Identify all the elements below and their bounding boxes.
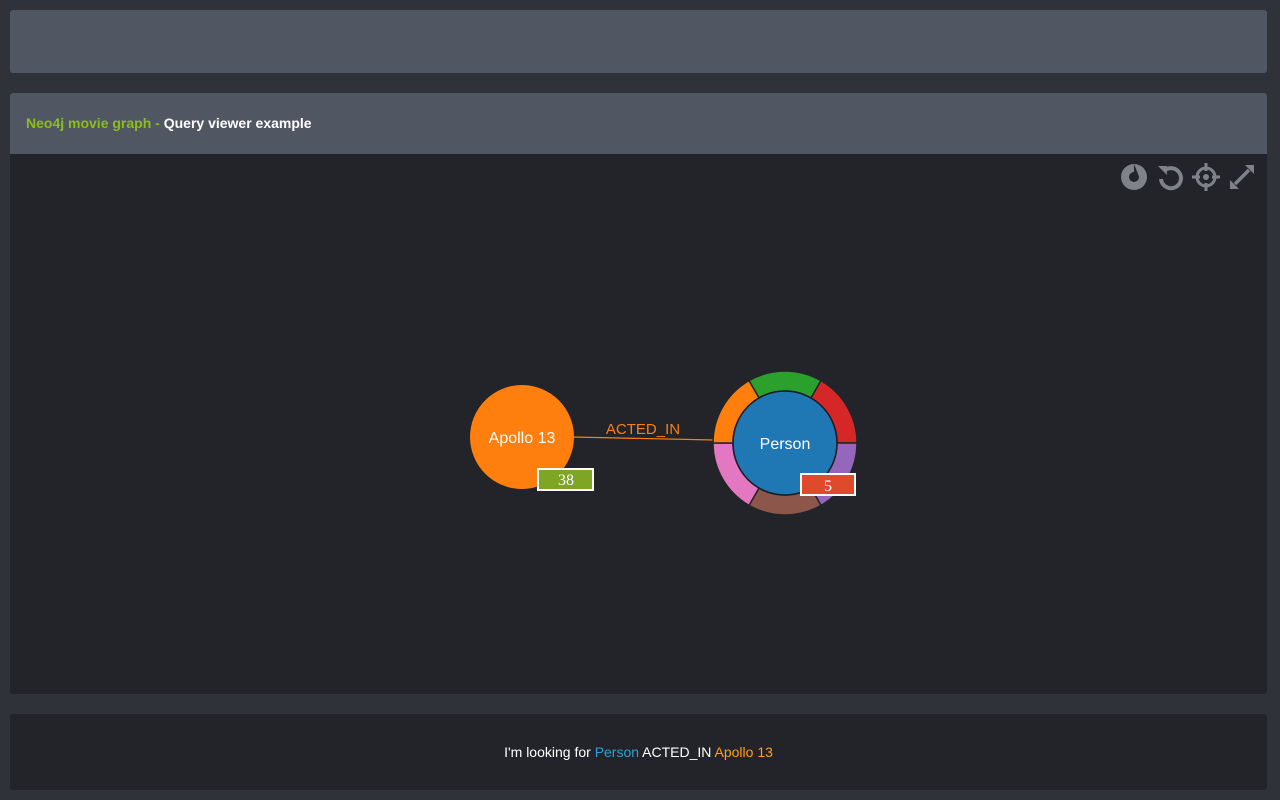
query-target[interactable]: Person [595,744,639,760]
query-text: I'm looking for Person ACTED_IN Apollo 1… [10,744,1267,760]
query-prefix: I'm looking for [504,744,595,760]
graph-panel: Neo4j movie graph - Query viewer example… [10,93,1267,694]
relationship-label[interactable]: ACTED_IN [606,421,680,438]
query-relation[interactable]: ACTED_IN [639,744,714,760]
center-icon [1192,163,1220,191]
center-button[interactable] [1191,162,1221,192]
target-node-label[interactable]: Person [760,436,811,453]
target-node-count: 5 [824,478,832,495]
reset-icon [1158,166,1183,191]
graph-canvas[interactable]: ACTED_IN Apollo 13 38 Person 5 [10,154,1267,694]
popoto-icon [1121,164,1147,190]
reset-button[interactable] [1155,162,1185,192]
page-title: Neo4j movie graph - Query viewer example [26,115,312,131]
fullscreen-button[interactable] [1227,162,1257,192]
root-node-count: 38 [558,472,574,489]
graph-svg[interactable]: ACTED_IN Apollo 13 38 Person 5 [10,154,1267,694]
graph-toolbar [1119,162,1257,192]
fullscreen-icon [1230,165,1254,189]
root-node-label[interactable]: Apollo 13 [489,430,556,447]
target-node[interactable]: Person 5 [712,370,858,516]
popoto-button[interactable] [1119,162,1149,192]
title-separator: - [151,115,164,131]
top-bar [10,10,1267,73]
title-subtitle: Query viewer example [163,115,312,131]
panel-header: Neo4j movie graph - Query viewer example [10,93,1267,154]
query-footer: I'm looking for Person ACTED_IN Apollo 1… [10,714,1267,790]
query-root[interactable]: Apollo 13 [715,744,773,760]
title-brand: Neo4j movie graph [26,115,152,131]
